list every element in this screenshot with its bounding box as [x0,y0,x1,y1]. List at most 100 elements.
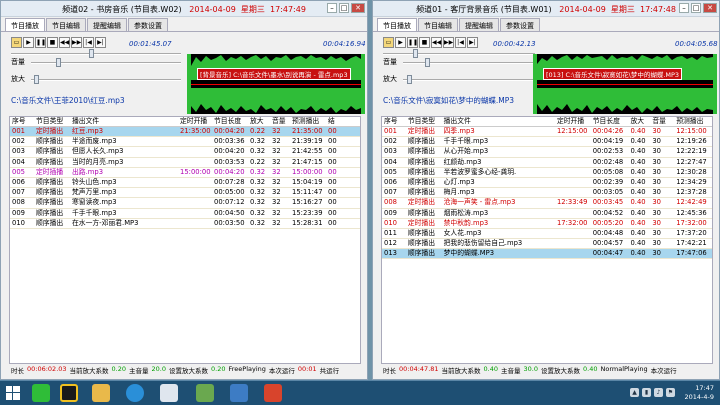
col-file[interactable]: 播出文件 [70,117,178,126]
tab-play[interactable]: 节目播放 [377,18,417,32]
minimize-icon[interactable]: – [327,3,337,13]
pause-icon[interactable]: ❚❚ [407,37,418,48]
open-folder-icon[interactable]: ▭ [11,37,22,48]
tab-reminder[interactable]: 提醒编辑 [87,18,127,31]
col-pred[interactable]: 预测播出 [290,117,326,126]
table-row[interactable]: 004 顺序播出 红颜劫.mp3 00:02:48 0.40 30 12:27:47 [382,158,712,168]
start-icon[interactable] [6,386,20,400]
first-icon[interactable]: |◀ [83,37,94,48]
table-row[interactable]: 007 顺序播出 梅月.mp3 00:03:05 0.40 30 12:37:28 [382,188,712,199]
minimize-icon[interactable]: – [679,3,689,13]
clock[interactable]: 17:47 2014-4-9 [684,384,714,402]
col-no[interactable]: 序号 [10,117,34,126]
prev-icon[interactable]: ◀◀ [431,37,442,48]
volume-knob[interactable] [425,58,430,67]
table-row[interactable]: 013 顺序播出 梦中的蝴蝶.MP3 00:04:47 0.40 30 17:47:06 [382,249,712,260]
table-row[interactable]: 002 顺序播出 千手千眼.mp3 00:04:19 0.40 30 12:19:26 [382,137,712,148]
volume-slider[interactable] [403,58,535,67]
app-icon-2[interactable] [196,384,214,402]
app-icon-4[interactable] [264,384,282,402]
tab-settings[interactable]: 参数设置 [128,18,168,31]
col-sched[interactable]: 定时开播 [555,117,591,126]
speaker-icon[interactable]: ♪ [654,388,663,397]
first-icon[interactable]: |◀ [455,37,466,48]
maximize-icon[interactable]: □ [339,3,349,13]
title-bar[interactable]: 频道01 - 客厅背景音乐 (节目表.W01) 2014-04-09 星期三 1… [373,1,719,17]
cell-pred: 15:16:27 [292,198,323,207]
app-icon-3[interactable] [230,384,248,402]
table-row[interactable]: 008 顺序播出 寒窗读夜.mp3 00:07:12 0.32 32 15:16:27 00 [10,198,360,209]
col-type[interactable]: 节目类型 [34,117,70,126]
tab-play[interactable]: 节目播放 [5,18,45,32]
close-icon[interactable]: ✕ [703,3,717,13]
volume-slider[interactable] [31,58,181,67]
browser-icon[interactable] [126,384,144,402]
maximize-icon[interactable]: □ [691,3,701,13]
table-row[interactable]: 010 顺序播出 在水一方-邓丽君.MP3 00:03:50 0.32 32 15:28:3… [10,219,360,229]
stop-icon[interactable]: ■ [419,37,430,48]
volume-knob[interactable] [56,58,61,67]
network-icon[interactable]: ▮ [642,388,651,397]
table-row[interactable]: 004 顺序播出 当时的月亮.mp3 00:03:53 0.22 32 21:47:15 00 [10,158,360,168]
table-row[interactable]: 008 定时播出 沧海一声笑 - 雷点.mp3 12:33:49 00:03:45 0.4… [382,198,712,209]
open-folder-icon[interactable]: ▭ [383,37,394,48]
table-row[interactable]: 003 顺序播出 但愿人长久.mp3 00:04:20 0.32 32 21:42:55 00 [10,147,360,158]
last-icon[interactable]: ▶| [467,37,478,48]
tray-icon-1[interactable]: ▲ [630,388,639,397]
table-row[interactable]: 009 顺序播出 千手千眼.mp3 00:04:50 0.32 32 15:23:39 00 [10,209,360,219]
table-row[interactable]: 002 顺序播出 半途而废.mp3 00:03:36 0.32 32 21:39:19 00 [10,137,360,148]
gain-knob[interactable] [407,75,412,84]
col-length[interactable]: 节目长度 [212,117,248,126]
gain-slider[interactable] [403,75,535,84]
table-row[interactable]: 005 顺序播出 半若波罗蜜多心经-龚玥. 00:05:08 0.40 30 12:30:2… [382,168,712,178]
col-vol[interactable]: 音量 [650,117,674,126]
close-icon[interactable]: ✕ [351,3,365,13]
progress-knob[interactable] [413,49,418,58]
col-length[interactable]: 节目长度 [591,117,629,126]
table-row[interactable]: 006 顺序播出 铃头山色.mp3 00:07:28 0.32 32 15:04:19 00 [10,177,360,189]
col-end[interactable]: 结 [326,117,348,126]
title-bar[interactable]: 频道02 - 书房音乐 (节目表.W02) 2014-04-09 星期三 17:… [1,1,367,17]
col-amp[interactable]: 放大 [628,117,650,126]
col-sched[interactable]: 定时开播 [178,117,212,126]
col-amp[interactable]: 放大 [248,117,270,126]
table-row[interactable]: 005 定时插播 出路.mp3 15:00:00 00:04:20 0.32 32 15:00… [10,168,360,178]
next-icon[interactable]: ▶▶ [71,37,82,48]
pause-icon[interactable]: ❚❚ [35,37,46,48]
tab-settings[interactable]: 参数设置 [500,18,540,31]
stop-icon[interactable]: ■ [47,37,58,48]
table-row[interactable]: 003 顺序播出 从心开始.mp3 00:02:53 0.40 30 12:22:19 [382,147,712,158]
gain-knob[interactable] [34,75,39,84]
table-row[interactable]: 010 定时播出 禁中秋韵.mp3 17:32:00 00:05:20 0.40 30 17:… [382,219,712,229]
col-type[interactable]: 节目类型 [406,117,442,126]
wechat-icon[interactable] [32,384,50,402]
prev-icon[interactable]: ◀◀ [59,37,70,48]
play-icon[interactable]: ▶ [395,37,406,48]
last-icon[interactable]: ▶| [95,37,106,48]
table-row[interactable]: 006 顺序播出 心灯.mp3 00:02:39 0.40 30 12:34:29 [382,178,712,189]
tab-reminder[interactable]: 提醒编辑 [459,18,499,31]
play-icon[interactable]: ▶ [23,37,34,48]
table-row[interactable]: 001 定时播出 四季.mp3 12:15:00 00:04:26 0.40 30 12:15… [382,127,712,138]
table-row[interactable]: 009 顺序播出 烟雨松涛.mp3 00:04:52 0.40 30 12:45:36 [382,209,712,219]
table-row[interactable]: 001 定时播出 红豆.mp3 21:35:00 00:04:20 0.22 32 21:35… [10,127,360,138]
tab-edit[interactable]: 节目编辑 [418,18,458,31]
gain-slider[interactable] [31,75,181,84]
flag-icon[interactable]: ⚑ [666,388,675,397]
progress-slider[interactable] [383,49,535,58]
tab-edit[interactable]: 节目编辑 [46,18,86,31]
cell-vol: 32 [272,177,281,186]
col-vol[interactable]: 音量 [270,117,290,126]
progress-knob[interactable] [89,49,94,58]
progress-slider[interactable] [11,49,181,58]
qq-icon[interactable] [60,384,78,402]
app-icon-1[interactable] [160,384,178,402]
table-row[interactable]: 011 顺序播出 女人花.mp3 00:04:48 0.40 30 17:37:20 [382,229,712,240]
table-row[interactable]: 012 顺序播出 把我的悲伤留给自己.mp3 00:04:57 0.40 30 17:42:… [382,239,712,250]
next-icon[interactable]: ▶▶ [443,37,454,48]
table-row[interactable]: 007 顺序播出 梵声万里.mp3 00:05:00 0.32 32 15:11:47 00 [10,188,360,199]
col-no[interactable]: 序号 [382,117,406,126]
col-file[interactable]: 播出文件 [442,117,555,126]
col-pred[interactable]: 预测播出 [674,117,712,126]
file-explorer-icon[interactable] [92,384,110,402]
